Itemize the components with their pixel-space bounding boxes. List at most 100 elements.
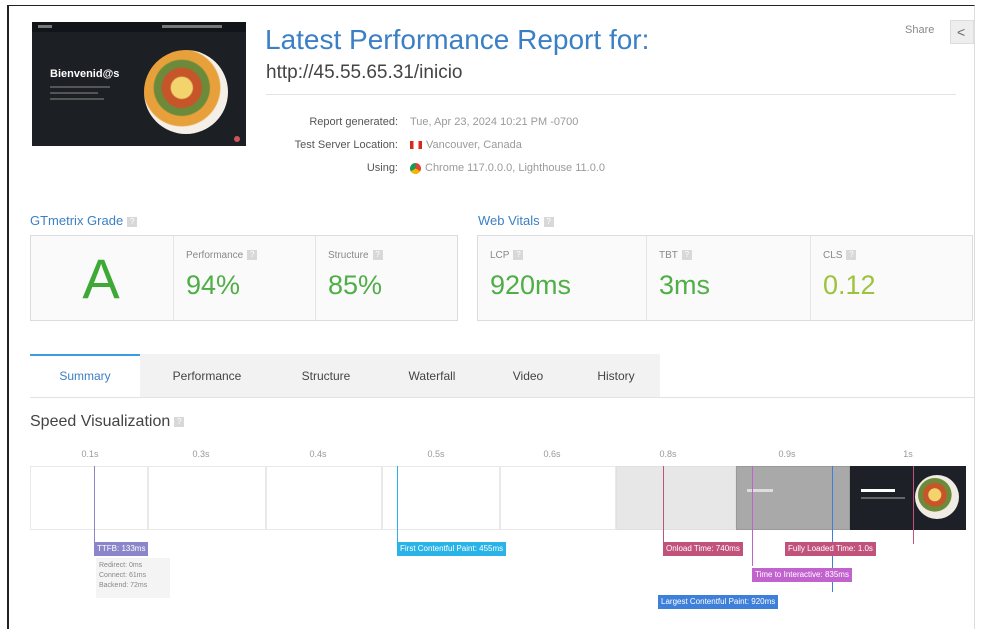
frame-text-line (747, 489, 773, 492)
filmstrip-frame[interactable] (500, 466, 616, 530)
help-icon[interactable]: ? (513, 250, 524, 261)
food-plate-image (915, 475, 959, 519)
thumbnail-text-line (50, 92, 98, 94)
tbt-value: 3ms (659, 270, 711, 300)
help-icon[interactable]: ? (372, 250, 383, 261)
help-icon[interactable]: ? (846, 250, 857, 261)
thumbnail-nav-bar (32, 22, 246, 32)
help-icon[interactable]: ? (543, 216, 554, 227)
meta-using: Using: Chrome 117.0.0.0, Lighthouse 11.0… (258, 162, 605, 176)
tbt-cell: TBT? 3ms (646, 236, 810, 320)
onload-tag[interactable]: Onload Time: 740ms (663, 542, 743, 556)
report-title: Latest Performance Report for: (265, 24, 650, 55)
lcp-tag[interactable]: Largest Contentful Paint: 920ms (658, 595, 779, 609)
ttfb-detail-backend: Backend: 72ms (99, 582, 148, 589)
timeline-tick: 0.5s (427, 449, 445, 459)
fcp-tag[interactable]: First Contentful Paint: 455ms (397, 542, 507, 556)
cls-cell: CLS? 0.12 (810, 236, 972, 320)
cls-label-text: CLS (823, 250, 843, 261)
help-icon[interactable]: ? (681, 250, 692, 261)
tab-waterfall[interactable]: Waterfall (382, 354, 482, 398)
tab-video[interactable]: Video (486, 354, 570, 398)
filmstrip-frame[interactable] (616, 466, 736, 530)
meta-value: Tue, Apr 23, 2024 10:21 PM -0700 (410, 116, 579, 128)
ttfb-detail-redirect: Redirect: 0ms (99, 562, 143, 569)
timeline-tick: 0.4s (309, 449, 327, 459)
gtmetrix-grade-title-text: GTmetrix Grade (30, 213, 124, 228)
timeline-tick: 0.6s (543, 449, 561, 459)
fcp-marker-line (397, 466, 398, 544)
web-vitals-title: Web Vitals? (478, 213, 554, 228)
frame-text-line (861, 489, 895, 492)
tab-summary[interactable]: Summary (30, 354, 140, 398)
lcp-cell: LCP? 920ms (478, 236, 644, 320)
filmstrip-frame-final[interactable] (850, 466, 966, 530)
web-vitals-box: LCP? 920ms TBT? 3ms CLS? 0.12 (477, 235, 973, 321)
performance-label-text: Performance (186, 250, 244, 261)
ttfb-details: Redirect: 0ms Connect: 61ms Backend: 72m… (96, 558, 170, 598)
share-button[interactable]: < (950, 20, 974, 44)
thumbnail-text-line (50, 86, 110, 88)
filmstrip-frame[interactable] (266, 466, 382, 530)
speed-visualization-title: Speed Visualization? (30, 413, 185, 431)
fully-loaded-tag[interactable]: Fully Loaded Time: 1.0s (785, 542, 876, 556)
tab-history[interactable]: History (574, 354, 658, 398)
meta-value: Vancouver, Canada (426, 139, 522, 151)
site-thumbnail[interactable]: Bienvenid@s (32, 22, 246, 146)
header-divider (266, 94, 956, 95)
ttfb-tag[interactable]: TTFB: 133ms (94, 542, 149, 556)
lcp-label-text: LCP (490, 250, 510, 261)
meta-key: Using: (366, 162, 398, 174)
share-icon: < (957, 24, 966, 40)
cls-value: 0.12 (823, 270, 876, 300)
cls-label: CLS? (823, 250, 857, 261)
meta-key: Test Server Location: (294, 139, 398, 151)
filmstrip (30, 466, 966, 530)
help-icon[interactable]: ? (127, 216, 138, 227)
grade-box: A Performance? 94% Structure? 85% (30, 235, 458, 321)
timeline-tick: 0.9s (778, 449, 796, 459)
frame-text-line (861, 497, 905, 499)
report-url[interactable]: http://45.55.65.31/inicio (266, 62, 462, 84)
thumbnail-text-line (50, 98, 104, 100)
flag-canada-icon (410, 141, 422, 150)
filmstrip-frame[interactable] (382, 466, 500, 530)
tab-divider (30, 397, 974, 398)
help-icon[interactable]: ? (174, 416, 185, 427)
tbt-label-text: TBT (659, 250, 678, 261)
filmstrip-frame[interactable] (30, 466, 148, 530)
thumbnail-heading: Bienvenid@s (50, 68, 120, 80)
timeline-tick: 0.8s (659, 449, 677, 459)
thumbnail-dot (234, 136, 240, 142)
structure-value: 85% (328, 270, 383, 300)
meta-value-wrap: Vancouver, Canada (410, 139, 522, 151)
tti-tag[interactable]: Time to Interactive: 835ms (752, 568, 852, 582)
share-label[interactable]: Share (905, 24, 934, 36)
grade-letter: A (82, 247, 120, 310)
meta-report-generated: Report generated: Tue, Apr 23, 2024 10:2… (258, 116, 578, 130)
lcp-value: 920ms (490, 270, 572, 300)
help-icon[interactable]: ? (247, 250, 258, 261)
chrome-icon (410, 162, 421, 174)
meta-value-wrap: Chrome 117.0.0.0, Lighthouse 11.0.0 (410, 162, 605, 174)
structure-label-text: Structure (328, 250, 369, 261)
tab-structure[interactable]: Structure (274, 354, 378, 398)
grade-letter-cell: A (31, 236, 171, 320)
structure-cell: Structure? 85% (315, 236, 457, 320)
meta-key: Report generated: (309, 116, 398, 128)
performance-label: Performance? (186, 250, 258, 261)
filmstrip-frame[interactable] (148, 466, 266, 530)
web-vitals-title-text: Web Vitals (478, 213, 540, 228)
structure-label: Structure? (328, 250, 383, 261)
ttfb-detail-connect: Connect: 61ms (99, 572, 147, 579)
timeline-tick: 0.1s (81, 449, 99, 459)
tti-marker-line (752, 466, 753, 566)
speed-visualization-title-text: Speed Visualization (30, 413, 171, 430)
gtmetrix-grade-title: GTmetrix Grade? (30, 213, 138, 228)
meta-server-location: Test Server Location: Vancouver, Canada (258, 139, 522, 153)
tbt-label: TBT? (659, 250, 692, 261)
lcp-label: LCP? (490, 250, 524, 261)
onload-marker-line (663, 466, 664, 544)
tab-performance[interactable]: Performance (144, 354, 270, 398)
meta-value: Chrome 117.0.0.0, Lighthouse 11.0.0 (425, 162, 605, 174)
